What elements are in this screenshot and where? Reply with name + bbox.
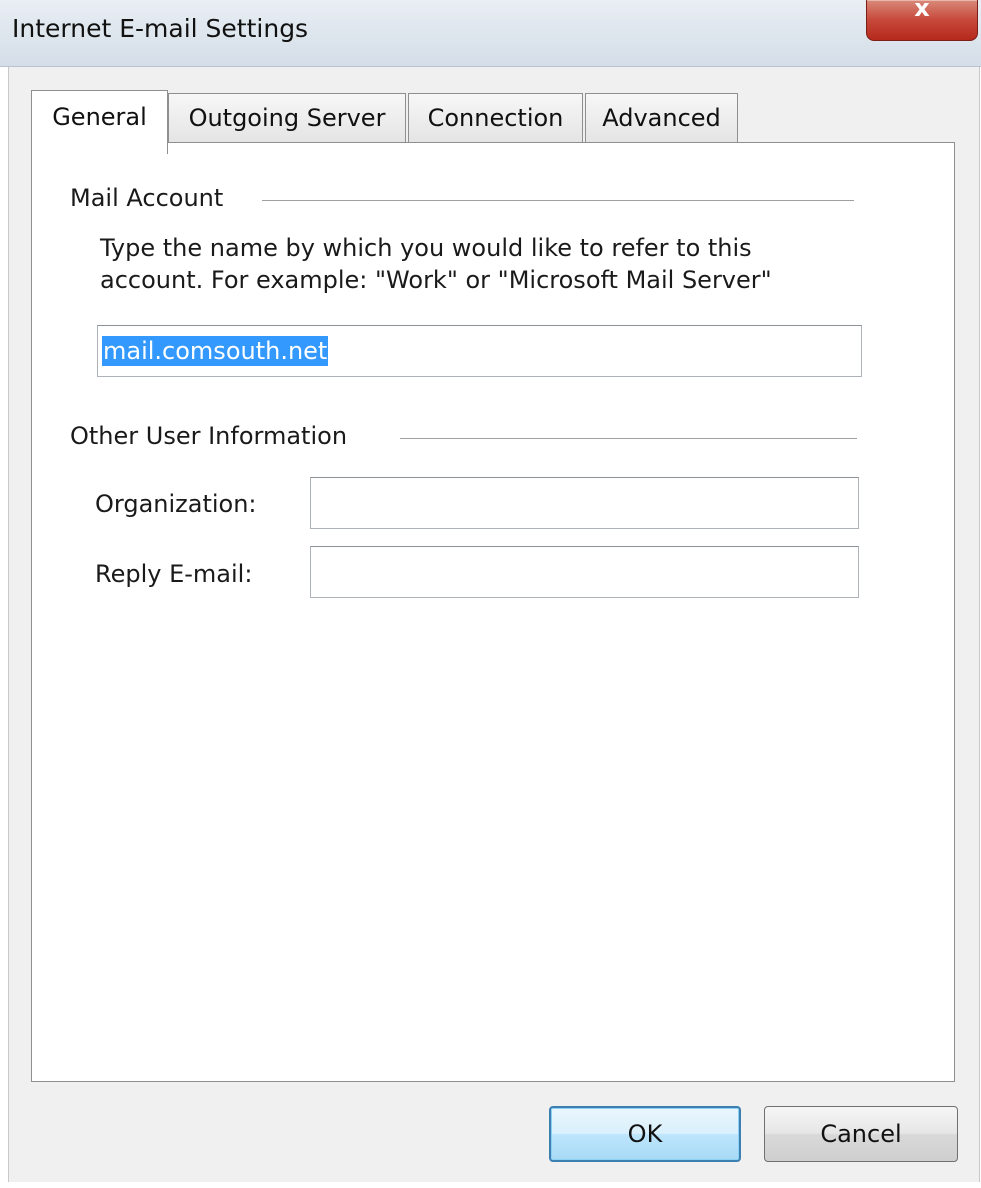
- tab-label: Connection: [427, 104, 564, 132]
- account-name-selected-text: mail.comsouth.net: [102, 336, 329, 366]
- reply-email-input[interactable]: [310, 546, 859, 598]
- cancel-button[interactable]: Cancel: [764, 1106, 958, 1162]
- tab-advanced[interactable]: Advanced: [585, 93, 738, 143]
- window-title: Internet E-mail Settings: [12, 14, 309, 43]
- close-button[interactable]: x: [866, 0, 978, 41]
- tab-label: Outgoing Server: [188, 104, 386, 132]
- internet-email-settings-dialog: Internet E-mail Settings x General Outgo…: [0, 0, 981, 1188]
- tab-outgoing-server[interactable]: Outgoing Server: [168, 93, 406, 143]
- ok-button[interactable]: OK: [549, 1106, 741, 1162]
- mail-account-divider: [262, 200, 854, 201]
- organization-input[interactable]: [310, 477, 859, 529]
- tab-connection[interactable]: Connection: [408, 93, 583, 143]
- title-bar[interactable]: Internet E-mail Settings x: [0, 0, 981, 67]
- account-name-input[interactable]: mail.comsouth.net: [97, 325, 862, 377]
- reply-email-label: Reply E-mail:: [95, 560, 253, 588]
- organization-label: Organization:: [95, 490, 257, 518]
- other-user-info-divider: [400, 438, 857, 439]
- tab-label: Advanced: [602, 104, 721, 132]
- mail-account-group-label: Mail Account: [70, 184, 224, 212]
- tab-general[interactable]: General: [31, 90, 168, 154]
- tab-label: General: [52, 103, 147, 131]
- mail-account-description: Type the name by which you would like to…: [100, 234, 772, 294]
- other-user-info-group-label: Other User Information: [70, 422, 348, 450]
- close-icon: x: [914, 0, 930, 22]
